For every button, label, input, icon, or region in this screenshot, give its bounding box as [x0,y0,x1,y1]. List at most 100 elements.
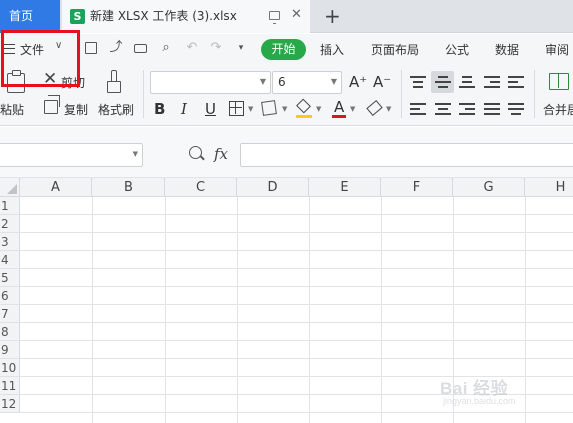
align-left-icon[interactable] [410,103,426,116]
column-gridline [237,197,238,423]
bold-button[interactable]: B [154,100,165,118]
row-gridline [20,340,573,341]
merge-center-icon[interactable] [549,73,569,90]
border-icon[interactable] [229,101,244,116]
column-header-h[interactable]: H [525,178,573,197]
redo-icon[interactable]: ↷ [208,39,224,57]
align-right-icon[interactable] [459,103,475,116]
tab-insert[interactable]: 插入 [320,40,344,60]
ribbon-divider [534,70,535,118]
decrease-indent-icon[interactable] [484,76,500,89]
home-tab[interactable]: 首页 [0,0,60,33]
row-header-11[interactable]: 11 [0,377,20,395]
tab-formula[interactable]: 公式 [445,40,469,60]
cell-style-icon[interactable] [261,100,277,116]
row-header-6[interactable]: 6 [0,287,20,305]
merge-center-label[interactable]: 合并居 [543,101,573,118]
tab-page-layout[interactable]: 页面布局 [371,40,419,60]
row-gridline [20,232,573,233]
row-gridline [20,304,573,305]
row-gridline [20,250,573,251]
close-tab-icon[interactable]: ✕ [291,7,302,22]
column-gridline [92,197,93,423]
row-gridline [20,214,573,215]
tab-review[interactable]: 审阅 [545,40,569,60]
column-header-c[interactable]: C [165,178,237,197]
row-gridline [20,412,573,413]
row-header-12[interactable]: 12 [0,395,20,413]
row-header-1[interactable]: 1 [0,197,20,215]
font-color-button[interactable]: A [334,98,344,116]
column-header-a[interactable]: A [20,178,92,197]
row-gridline [20,268,573,269]
column-header-d[interactable]: D [237,178,309,197]
copy-button-label[interactable]: 复制 [64,101,88,118]
column-gridline [309,197,310,423]
paste-button-label[interactable]: 粘贴 [0,101,24,118]
window-tab-bar: 首页 S 新建 XLSX 工作表 (3).xlsx ✕ + [0,0,573,33]
row-header-9[interactable]: 9 [0,341,20,359]
row-header-4[interactable]: 4 [0,251,20,269]
column-header-g[interactable]: G [453,178,525,197]
font-size-value: 6 [278,75,286,89]
tab-start[interactable]: 开始 [261,39,306,60]
name-box-input[interactable]: ▼ [0,143,143,167]
chevron-down-icon[interactable]: ▼ [386,105,391,113]
tab-data[interactable]: 数据 [495,40,519,60]
row-header-10[interactable]: 10 [0,359,20,377]
chevron-down-icon[interactable]: ▼ [316,105,321,113]
row-header-3[interactable]: 3 [0,233,20,251]
row-gridline [20,286,573,287]
save-icon[interactable] [83,39,99,57]
increase-indent-icon[interactable] [508,76,524,89]
column-gridline [165,197,166,423]
print-preview-icon[interactable]: ⌕ [158,39,174,57]
font-color-swatch [332,115,346,118]
font-size-select[interactable]: 6 ▼ [272,71,342,94]
document-tab[interactable]: S 新建 XLSX 工作表 (3).xlsx ✕ [62,0,310,33]
font-name-select[interactable]: ▼ [150,71,271,94]
select-all-corner[interactable] [0,178,20,197]
copy-icon[interactable] [44,95,60,114]
align-middle-icon[interactable] [435,76,451,89]
align-center-icon[interactable] [435,103,451,116]
row-header-5[interactable]: 5 [0,269,20,287]
column-header-b[interactable]: B [93,178,165,197]
more-dropdown-icon[interactable]: ▾ [233,39,249,57]
highlight-box [1,30,80,87]
print-icon[interactable] [133,39,149,57]
format-painter-label[interactable]: 格式刷 [98,101,134,118]
monitor-icon[interactable] [269,11,280,24]
align-top-icon[interactable] [410,76,426,89]
document-tab-title: 新建 XLSX 工作表 (3).xlsx [90,9,237,23]
zoom-icon[interactable] [189,146,202,159]
row-header-8[interactable]: 8 [0,323,20,341]
chevron-down-icon[interactable]: ▼ [350,105,355,113]
format-painter-icon[interactable] [106,70,122,96]
insert-function-button[interactable]: fx [214,145,228,163]
formula-input[interactable] [240,143,573,167]
column-header-f[interactable]: F [381,178,453,197]
fill-color-icon[interactable] [296,98,312,119]
chevron-down-icon[interactable]: ▼ [282,105,287,113]
column-header-e[interactable]: E [309,178,381,197]
decrease-font-size-button[interactable]: A⁻ [373,73,391,91]
align-bottom-icon[interactable] [459,76,475,89]
chevron-down-icon: ▼ [330,77,337,86]
chevron-down-icon[interactable]: ▼ [248,105,253,113]
chevron-down-icon[interactable]: ▼ [133,150,138,158]
chevron-down-icon: ▼ [259,77,266,86]
justify-icon[interactable] [484,103,500,116]
increase-font-size-button[interactable]: A⁺ [349,73,367,91]
baidu-watermark: Bai 经验 jingyan.baidu.com [440,372,570,412]
distributed-align-icon[interactable] [508,103,524,116]
watermark-subtext: jingyan.baidu.com [443,396,516,406]
new-tab-button[interactable]: + [324,3,341,29]
row-header-2[interactable]: 2 [0,215,20,233]
undo-icon[interactable]: ↶ [184,39,200,57]
underline-button[interactable]: U [205,100,216,118]
row-gridline [20,358,573,359]
italic-button[interactable]: I [181,100,187,118]
row-header-7[interactable]: 7 [0,305,20,323]
export-icon[interactable]: ⤴ [108,39,124,57]
